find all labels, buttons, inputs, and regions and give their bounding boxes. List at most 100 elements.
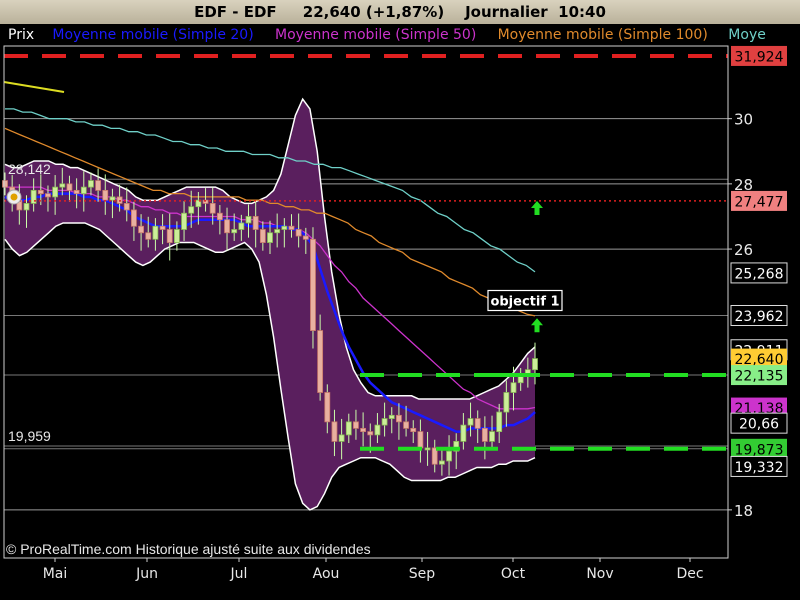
price-tag-label: 27,477 <box>735 194 784 210</box>
axes: 1826283031,92427,47725,26823,96222,91122… <box>3 45 788 582</box>
candle-body <box>510 382 517 393</box>
candle-body <box>317 330 324 393</box>
candle-body <box>295 229 302 237</box>
candle-body <box>281 225 288 230</box>
candle-body <box>324 392 331 423</box>
y-tick-label: 18 <box>734 502 753 520</box>
candle-body <box>503 392 510 413</box>
candle-body <box>267 232 273 243</box>
candle-body <box>159 225 166 230</box>
price-tag-label: 25,268 <box>735 266 784 282</box>
candle-body <box>274 229 281 234</box>
candle-body <box>80 186 87 195</box>
candle-body <box>109 196 116 201</box>
price-chart: 28,14219,959objectif 1 1826283031,92427,… <box>2 27 788 582</box>
legend-entry: Moyenne mobile (Simple 50) <box>275 27 476 43</box>
candle-body <box>181 212 187 230</box>
candle-body <box>424 447 431 451</box>
up-arrow-icon <box>531 200 543 215</box>
candle-body <box>489 431 495 442</box>
alert-icon-center <box>10 193 18 201</box>
candle-body <box>331 421 338 442</box>
x-tick-label: Aou <box>313 566 340 582</box>
x-tick-label: Oct <box>501 566 526 582</box>
candle-body <box>460 424 467 442</box>
candle-body <box>481 427 488 442</box>
candle-body <box>231 229 238 234</box>
legend-entry: Moye <box>728 27 766 43</box>
candle-body <box>88 180 94 188</box>
candle-body <box>388 414 395 419</box>
candle-body <box>238 222 245 230</box>
candle-body <box>446 450 452 462</box>
annotation-text: objectif 1 <box>490 295 559 310</box>
candle-body <box>166 229 173 243</box>
candle-body <box>66 183 73 191</box>
plot-frame <box>3 45 729 559</box>
trend-segment <box>3 81 65 93</box>
price-tag-label: 19,332 <box>735 460 784 476</box>
candle-body <box>467 418 474 426</box>
candle-body <box>374 424 381 436</box>
candle-body <box>396 414 402 423</box>
y-tick-label: 30 <box>734 111 753 129</box>
candle-body <box>59 183 66 188</box>
candle-body <box>123 203 130 211</box>
candle-body <box>417 431 424 449</box>
x-tick-label: Jun <box>135 566 158 582</box>
candle-body <box>310 238 316 331</box>
x-tick-label: Mai <box>43 566 68 582</box>
candle-body <box>152 225 159 240</box>
copyright-text: © ProRealTime.com Historique ajusté suit… <box>6 541 371 557</box>
candle-body <box>2 180 8 188</box>
candle-body <box>532 358 538 371</box>
candle-body <box>360 427 367 433</box>
candle-body <box>403 421 409 429</box>
candle-body <box>353 421 359 429</box>
candle-body <box>517 375 524 384</box>
candle-body <box>188 206 195 214</box>
candle-body <box>173 229 180 243</box>
candle-body <box>73 189 80 195</box>
candle-body <box>95 180 102 191</box>
candle-body <box>252 216 259 230</box>
candle-body <box>216 212 223 221</box>
candle-body <box>288 225 295 230</box>
x-tick-label: Nov <box>586 566 613 582</box>
candle-body <box>145 232 152 240</box>
chart-legend: Prix Moyenne mobile (Simple 20) Moyenne mo… <box>8 27 766 43</box>
legend-entry: Prix <box>8 27 34 43</box>
x-tick-label: Sep <box>409 566 436 582</box>
candle-body <box>138 225 144 234</box>
candle-body <box>45 193 51 198</box>
candle-body <box>438 460 445 465</box>
candle-body <box>302 235 309 240</box>
candle-body <box>381 418 388 426</box>
candle-body <box>474 418 481 429</box>
candle-body <box>37 189 44 195</box>
y-tick-label: 26 <box>734 241 753 259</box>
x-tick-label: Jul <box>230 566 248 582</box>
candle-body <box>23 203 30 211</box>
candle-body <box>245 216 252 224</box>
window-title: EDF - EDF 22,640 (+1,87%) Journalier 10:… <box>0 0 800 24</box>
candle-body <box>259 229 266 243</box>
candle-body <box>338 434 345 442</box>
candle-body <box>345 421 352 436</box>
candle-body <box>209 203 216 214</box>
legend-entry: Moyenne mobile (Simple 20) <box>52 27 253 43</box>
legend-entry: Moyenne mobile (Simple 100) <box>498 27 708 43</box>
price-tag-label: 31,924 <box>735 49 784 65</box>
candle-body <box>496 411 503 433</box>
candle-body <box>52 186 59 198</box>
candle-body <box>131 209 137 227</box>
x-tick-label: Dec <box>676 566 703 582</box>
candle-body <box>410 427 417 433</box>
candle-body <box>224 219 230 234</box>
candle-body <box>367 431 374 436</box>
up-arrow-icon <box>531 318 543 333</box>
candle-body <box>102 189 109 201</box>
price-tag-label: 20,66 <box>739 417 779 433</box>
level-label: 19,959 <box>8 428 51 444</box>
level-label: 28,142 <box>8 161 51 177</box>
